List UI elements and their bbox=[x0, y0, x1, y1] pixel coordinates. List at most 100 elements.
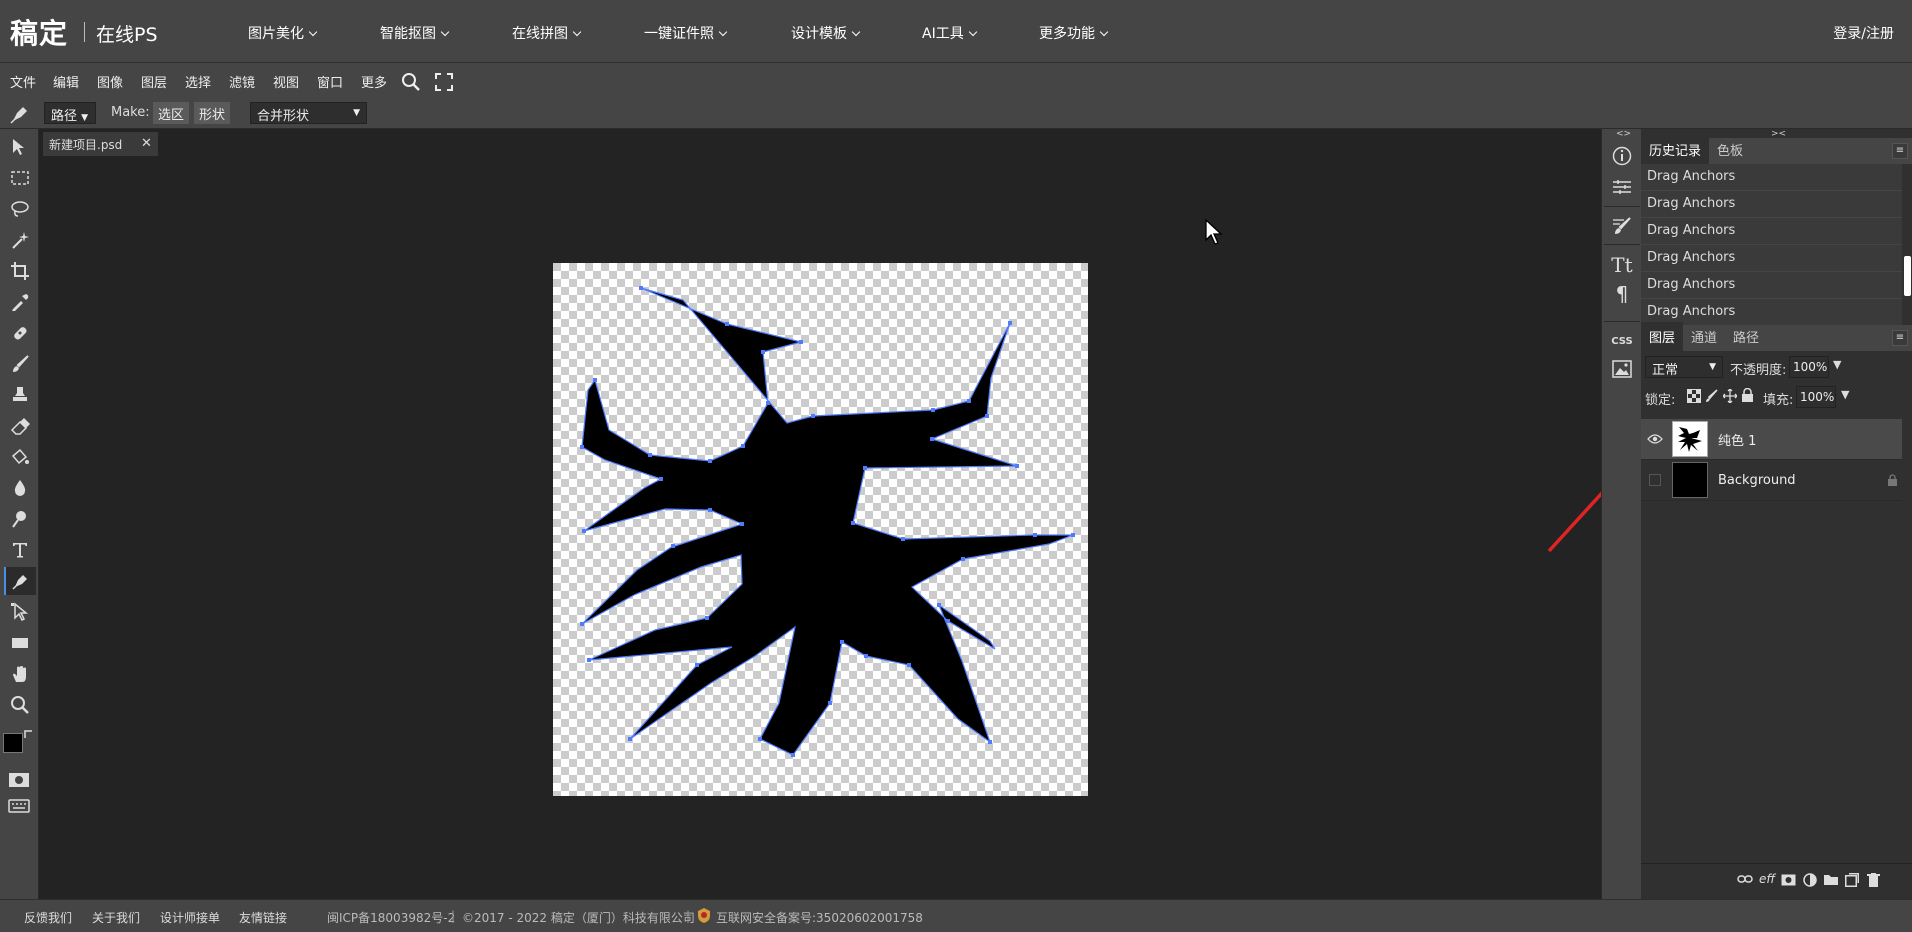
logo-subtitle[interactable]: 在线PS bbox=[96, 20, 158, 47]
tab-swatches[interactable]: 色板 bbox=[1709, 135, 1751, 164]
history-menu-icon[interactable]: ≡ bbox=[1892, 143, 1908, 159]
lasso-tool-icon[interactable] bbox=[4, 195, 36, 223]
zoom-tool-icon[interactable] bbox=[4, 691, 36, 719]
footer-link-designer[interactable]: 设计师接单 bbox=[160, 909, 220, 926]
pen-tool-icon[interactable] bbox=[4, 567, 36, 595]
keyboard-icon[interactable] bbox=[8, 799, 30, 813]
document-canvas[interactable] bbox=[553, 263, 1088, 796]
character-icon[interactable]: Tt bbox=[1610, 253, 1634, 277]
lock-transparency-icon[interactable] bbox=[1687, 389, 1701, 403]
fill-dropdown-icon[interactable]: ▼ bbox=[1841, 388, 1849, 401]
history-item[interactable]: Drag Anchors bbox=[1641, 191, 1902, 218]
logo[interactable]: 稿定 bbox=[10, 12, 68, 52]
history-item[interactable]: Drag Anchors bbox=[1641, 245, 1902, 272]
eraser-tool-icon[interactable] bbox=[4, 412, 36, 440]
history-item[interactable]: Drag Anchors bbox=[1641, 272, 1902, 299]
text-tool-icon[interactable] bbox=[4, 536, 36, 564]
make-shape-button[interactable]: 形状 bbox=[194, 102, 231, 124]
blur-tool-icon[interactable] bbox=[4, 474, 36, 502]
canvas-workspace[interactable] bbox=[39, 156, 1638, 899]
brush-tool-icon[interactable] bbox=[4, 350, 36, 378]
history-item[interactable]: Drag Anchors bbox=[1641, 218, 1902, 245]
menu-window[interactable]: 窗口 bbox=[317, 72, 343, 91]
pen-tool-preset-icon[interactable] bbox=[9, 103, 31, 125]
swap-colors-icon[interactable] bbox=[24, 730, 33, 739]
tab-history[interactable]: 历史记录 bbox=[1641, 135, 1710, 164]
foreground-color-swatch[interactable] bbox=[3, 733, 23, 753]
lock-position-icon[interactable] bbox=[1723, 389, 1737, 403]
adjustment-icon[interactable] bbox=[1803, 873, 1817, 887]
mask-icon[interactable] bbox=[1781, 874, 1796, 886]
search-icon[interactable] bbox=[401, 72, 421, 92]
rectangle-tool-icon[interactable] bbox=[4, 629, 36, 657]
combine-shapes-select[interactable]: 合并形状 ▼ bbox=[250, 102, 367, 124]
eye-icon[interactable] bbox=[1641, 434, 1669, 444]
clone-stamp-tool-icon[interactable] bbox=[4, 381, 36, 409]
menu-layer[interactable]: 图层 bbox=[141, 72, 167, 91]
path-selection-tool-icon[interactable] bbox=[4, 598, 36, 626]
layer-row-solid-color[interactable]: 纯色 1 bbox=[1641, 419, 1902, 460]
footer-link-friends[interactable]: 友情链接 bbox=[239, 909, 287, 926]
login-register-link[interactable]: 登录/注册 bbox=[1833, 23, 1894, 43]
lock-pixels-icon[interactable] bbox=[1705, 389, 1719, 403]
folder-icon[interactable] bbox=[1823, 874, 1839, 886]
nav-id-photo[interactable]: 一键证件照 bbox=[644, 23, 728, 43]
image-icon[interactable] bbox=[1610, 357, 1634, 381]
tab-paths[interactable]: 路径 bbox=[1725, 322, 1767, 351]
effects-icon[interactable]: eff bbox=[1759, 872, 1775, 886]
magic-wand-tool-icon[interactable] bbox=[4, 226, 36, 254]
fill-input[interactable]: 100% bbox=[1796, 386, 1836, 408]
fullscreen-icon[interactable] bbox=[435, 73, 453, 91]
menu-view[interactable]: 视图 bbox=[273, 72, 299, 91]
link-icon[interactable] bbox=[1737, 874, 1753, 884]
footer-icp[interactable]: 闽ICP备18003982号-2 bbox=[327, 909, 455, 926]
menu-filter[interactable]: 滤镜 bbox=[229, 72, 255, 91]
info-icon[interactable] bbox=[1610, 144, 1634, 168]
tab-layers[interactable]: 图层 bbox=[1641, 322, 1684, 351]
eyedropper-tool-icon[interactable] bbox=[4, 288, 36, 316]
footer-security-record[interactable]: 互联网安全备案号:35020602001758 bbox=[716, 909, 923, 926]
collapse-icon[interactable]: <> bbox=[1616, 129, 1631, 139]
menu-edit[interactable]: 编辑 bbox=[53, 72, 79, 91]
menu-file[interactable]: 文件 bbox=[10, 72, 36, 91]
crop-tool-icon[interactable] bbox=[4, 257, 36, 285]
nav-templates[interactable]: 设计模板 bbox=[791, 23, 861, 43]
footer-link-feedback[interactable]: 反馈我们 bbox=[24, 909, 72, 926]
menu-image[interactable]: 图像 bbox=[97, 72, 123, 91]
new-layer-icon[interactable] bbox=[1845, 873, 1859, 887]
history-scrollbar-thumb[interactable] bbox=[1904, 256, 1911, 296]
css-icon[interactable]: CSS bbox=[1607, 329, 1637, 353]
opacity-input[interactable]: 100% bbox=[1789, 356, 1829, 378]
nav-collage[interactable]: 在线拼图 bbox=[512, 23, 582, 43]
layer-row-background[interactable]: Background bbox=[1641, 460, 1902, 501]
marquee-tool-icon[interactable] bbox=[4, 164, 36, 192]
trash-icon[interactable] bbox=[1867, 873, 1880, 887]
paragraph-icon[interactable]: ¶ bbox=[1610, 282, 1634, 306]
brush-settings-icon[interactable] bbox=[1610, 214, 1634, 238]
close-icon[interactable]: ✕ bbox=[141, 136, 152, 151]
nav-image-beautify[interactable]: 图片美化 bbox=[248, 23, 318, 43]
opacity-dropdown-icon[interactable]: ▼ bbox=[1833, 358, 1841, 371]
footer-link-about[interactable]: 关于我们 bbox=[92, 909, 140, 926]
history-item[interactable]: Drag Anchors bbox=[1641, 164, 1902, 191]
make-selection-button[interactable]: 选区 bbox=[153, 102, 190, 124]
dodge-tool-icon[interactable] bbox=[4, 505, 36, 533]
nav-ai-tools[interactable]: AI工具 bbox=[922, 23, 977, 43]
blend-mode-select[interactable]: 正常 ▼ bbox=[1645, 356, 1723, 378]
hand-tool-icon[interactable] bbox=[4, 660, 36, 688]
paint-bucket-tool-icon[interactable] bbox=[4, 443, 36, 471]
healing-brush-tool-icon[interactable] bbox=[4, 319, 36, 347]
lock-all-icon[interactable] bbox=[1741, 388, 1754, 403]
visibility-toggle[interactable] bbox=[1641, 474, 1669, 486]
menu-more[interactable]: 更多 bbox=[361, 72, 387, 91]
layers-menu-icon[interactable]: ≡ bbox=[1892, 330, 1908, 346]
menu-select[interactable]: 选择 bbox=[185, 72, 211, 91]
nav-more-features[interactable]: 更多功能 bbox=[1039, 23, 1109, 43]
move-tool-icon[interactable] bbox=[4, 133, 36, 161]
quick-mask-icon[interactable] bbox=[8, 772, 30, 788]
document-tab[interactable]: 新建项目.psd ✕ bbox=[43, 132, 158, 156]
path-mode-select[interactable]: 路径 ▼ bbox=[44, 102, 96, 124]
tab-channels[interactable]: 通道 bbox=[1683, 322, 1725, 351]
adjustments-icon[interactable] bbox=[1610, 175, 1634, 199]
nav-smart-cutout[interactable]: 智能抠图 bbox=[380, 23, 450, 43]
